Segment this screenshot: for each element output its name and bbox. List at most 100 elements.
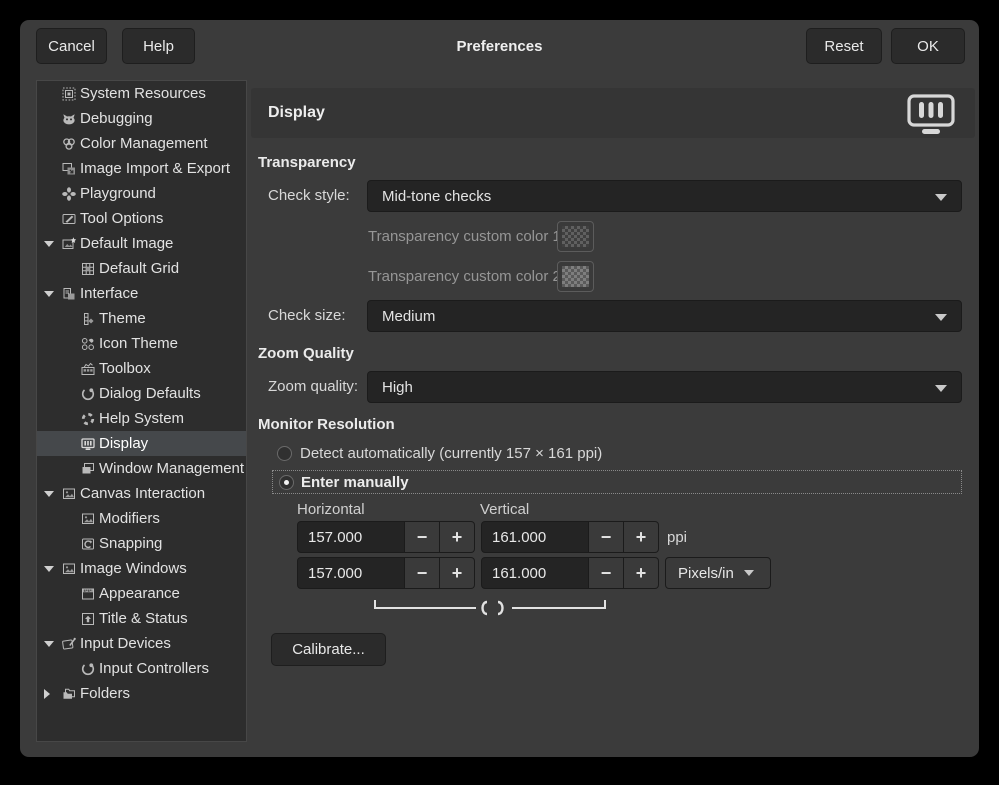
sidebar-item-label: Input Devices — [80, 635, 171, 652]
cancel-button[interactable]: Cancel — [36, 28, 107, 64]
expander-down-icon[interactable] — [44, 291, 61, 297]
sidebar-item-label: Image Windows — [80, 560, 187, 577]
unit-dropdown[interactable]: Pixels/in — [665, 557, 771, 589]
horizontal-label: Horizontal — [297, 501, 365, 518]
folders-icon — [61, 686, 77, 702]
expander-down-icon[interactable] — [44, 241, 61, 247]
detect-automatically-radio[interactable] — [277, 446, 292, 461]
sidebar-item-theme[interactable]: Theme — [37, 306, 246, 331]
reset-button[interactable]: Reset — [806, 28, 882, 64]
increment-button[interactable]: + — [440, 557, 475, 589]
sidebar-item-image-windows[interactable]: Image Windows — [37, 556, 246, 581]
vertical-ppi-spinner: 161.000 − + — [481, 521, 659, 553]
sidebar-item-label: Dialog Defaults — [99, 385, 201, 402]
enter-manually-radio[interactable] — [279, 475, 294, 490]
ok-button[interactable]: OK — [891, 28, 965, 64]
sidebar-item-tool-options[interactable]: Tool Options — [37, 206, 246, 231]
expander-down-icon[interactable] — [44, 491, 61, 497]
sidebar-item-canvas-interaction[interactable]: Canvas Interaction — [37, 481, 246, 506]
decrement-button[interactable]: − — [405, 557, 440, 589]
sidebar-item-snapping[interactable]: Snapping — [37, 531, 246, 556]
expander-down-icon[interactable] — [44, 566, 61, 572]
sidebar-item-label: Debugging — [80, 110, 153, 127]
gauge-icon — [80, 386, 96, 402]
sidebar-item-interface[interactable]: Interface — [37, 281, 246, 306]
horizontal-ppi-input[interactable]: 157.000 — [297, 521, 405, 553]
canvas-icon — [61, 561, 77, 577]
horizontal-ppi-spinner: 157.000 − + — [297, 521, 475, 553]
zoom-quality-dropdown[interactable]: High — [367, 371, 962, 403]
sidebar-item-system-resources[interactable]: System Resources — [37, 81, 246, 106]
sidebar-item-label: Window Management — [99, 460, 244, 477]
windows-icon — [80, 461, 96, 477]
help-button[interactable]: Help — [122, 28, 195, 64]
sidebar-item-label: Color Management — [80, 135, 208, 152]
check-size-label: Check size: — [268, 307, 346, 324]
sidebar-item-color-management[interactable]: Color Management — [37, 131, 246, 156]
minus-icon: − — [601, 563, 612, 584]
vertical-unit-spinner: 161.000 − + — [481, 557, 659, 589]
enter-manually-option[interactable]: Enter manually — [272, 470, 962, 494]
fan-icon — [61, 186, 77, 202]
canvas-icon — [80, 511, 96, 527]
lifebuoy-icon — [80, 411, 96, 427]
sidebar-item-label: Title & Status — [99, 610, 188, 627]
sidebar-item-display[interactable]: Display — [37, 431, 246, 456]
image-star-icon — [61, 236, 77, 252]
vertical-unit-input[interactable]: 161.000 — [481, 557, 589, 589]
decrement-button[interactable]: − — [589, 521, 624, 553]
sidebar-item-default-image[interactable]: Default Image — [37, 231, 246, 256]
sidebar-item-label: Snapping — [99, 535, 162, 552]
canvas-icon — [61, 486, 77, 502]
increment-button[interactable]: + — [624, 557, 659, 589]
calibrate-button[interactable]: Calibrate... — [271, 633, 386, 666]
preferences-sidebar: System Resources Debugging Color Managem… — [36, 80, 247, 742]
sidebar-item-folders[interactable]: Folders — [37, 681, 246, 706]
sidebar-item-label: Toolbox — [99, 360, 151, 377]
plus-icon: + — [452, 563, 463, 584]
sidebar-item-image-import-export[interactable]: Image Import & Export — [37, 156, 246, 181]
check-style-dropdown[interactable]: Mid-tone checks — [367, 180, 962, 212]
minus-icon: − — [417, 527, 428, 548]
sidebar-item-modifiers[interactable]: Modifiers — [37, 506, 246, 531]
checkerboard-pattern — [562, 266, 589, 287]
custom-color-1-swatch[interactable] — [557, 221, 594, 252]
sidebar-item-title-status[interactable]: Title & Status — [37, 606, 246, 631]
page-title: Display — [268, 88, 325, 138]
decrement-button[interactable]: − — [589, 557, 624, 589]
vertical-ppi-input[interactable]: 161.000 — [481, 521, 589, 553]
sidebar-item-default-grid[interactable]: Default Grid — [37, 256, 246, 281]
decrement-button[interactable]: − — [405, 521, 440, 553]
sidebar-item-toolbox[interactable]: Toolbox — [37, 356, 246, 381]
sidebar-item-icon-theme[interactable]: Icon Theme — [37, 331, 246, 356]
increment-button[interactable]: + — [440, 521, 475, 553]
sidebar-item-label: Appearance — [99, 585, 180, 602]
unit-value: Pixels/in — [678, 565, 734, 582]
interface-icon — [61, 286, 77, 302]
chain-broken-icon[interactable] — [372, 598, 608, 623]
sidebar-item-debugging[interactable]: Debugging — [37, 106, 246, 131]
check-size-dropdown[interactable]: Medium — [367, 300, 962, 332]
minus-icon: − — [601, 527, 612, 548]
sidebar-item-playground[interactable]: Playground — [37, 181, 246, 206]
sidebar-item-label: Modifiers — [99, 510, 160, 527]
plus-icon: + — [452, 527, 463, 548]
display-monitor-icon — [905, 93, 957, 140]
sidebar-item-appearance[interactable]: Appearance — [37, 581, 246, 606]
increment-button[interactable]: + — [624, 521, 659, 553]
sidebar-item-input-controllers[interactable]: Input Controllers — [37, 656, 246, 681]
horizontal-unit-input[interactable]: 157.000 — [297, 557, 405, 589]
sidebar-item-window-management[interactable]: Window Management — [37, 456, 246, 481]
expander-down-icon[interactable] — [44, 641, 61, 647]
sidebar-item-input-devices[interactable]: Input Devices — [37, 631, 246, 656]
sidebar-item-label: Playground — [80, 185, 156, 202]
custom-color-2-label: Transparency custom color 2 — [368, 268, 561, 285]
expander-right-icon[interactable] — [44, 689, 61, 699]
sidebar-item-label: Display — [99, 435, 148, 452]
sidebar-item-dialog-defaults[interactable]: Dialog Defaults — [37, 381, 246, 406]
plus-icon: + — [636, 563, 647, 584]
sidebar-item-help-system[interactable]: Help System — [37, 406, 246, 431]
custom-color-2-swatch[interactable] — [557, 261, 594, 292]
title-status-icon — [80, 611, 96, 627]
sidebar-item-label: Canvas Interaction — [80, 485, 205, 502]
